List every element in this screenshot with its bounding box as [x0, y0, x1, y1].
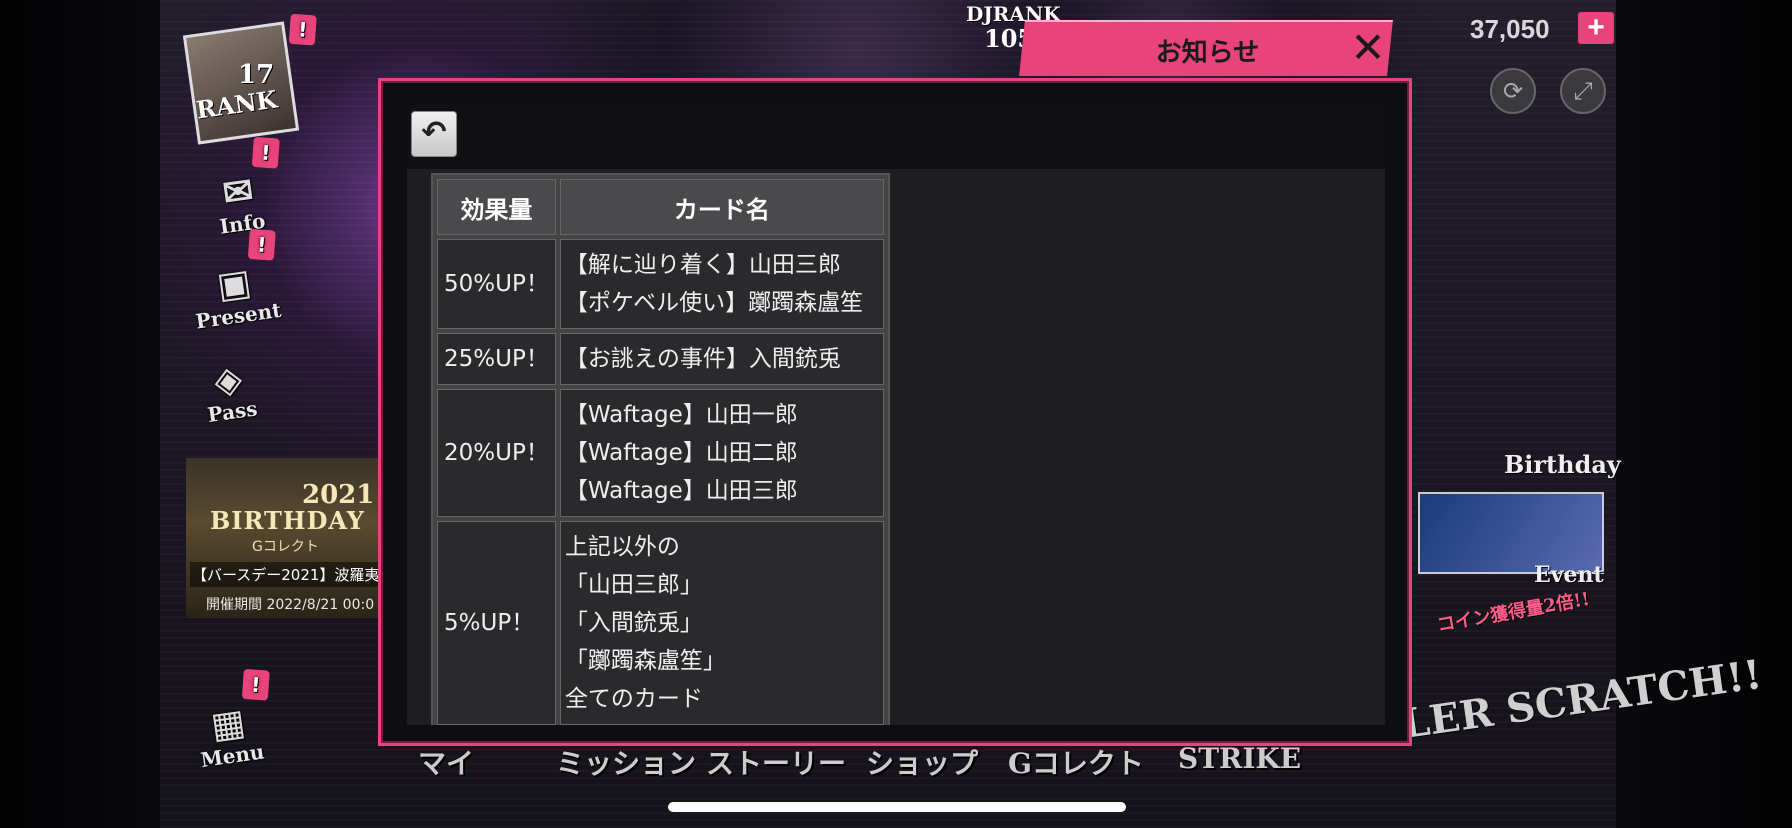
- close-icon[interactable]: ✕: [1346, 26, 1390, 70]
- card-name: 【お誂えの事件】入間銃兎: [564, 346, 841, 372]
- amount-cell: 5%UP！: [437, 521, 556, 725]
- cards-cell: 【お誂えの事件】入間銃兎: [559, 333, 884, 385]
- effect-table: 効果量 カード名 50%UP！ 【解に辿り着く】山田三郎 【ポケベル使い】躑躅森…: [431, 173, 890, 725]
- banner-subtitle: Gコレクト: [252, 539, 319, 555]
- menu-button[interactable]: ▦ Menu !: [174, 668, 281, 775]
- refresh-icon[interactable]: ⟳: [1490, 68, 1536, 114]
- notice-content[interactable]: 効果量 カード名 50%UP！ 【解に辿り着く】山田三郎 【ポケベル使い】躑躅森…: [407, 169, 1385, 725]
- gift-icon: ▣: [214, 260, 254, 308]
- card-name: 全てのカード: [564, 686, 703, 712]
- card-name: 【Waftage】山田三郎: [564, 478, 798, 504]
- cards-cell: 【Waftage】山田一郎 【Waftage】山田二郎 【Waftage】山田三…: [559, 389, 884, 517]
- header-amount: 効果量: [437, 179, 556, 235]
- modal-title: お知らせ: [1155, 38, 1260, 68]
- banner-name: 【バースデー2021】波羅夷空: [190, 562, 378, 587]
- pass-icon: ◈: [211, 357, 245, 403]
- table-row: 5%UP！ 上記以外の 「山田三郎」 「入間銃兎」 「躑躅森盧笙」 全てのカード: [437, 521, 884, 725]
- mail-icon: ✉: [220, 169, 256, 215]
- menu-badge: !: [241, 668, 270, 701]
- home-indicator[interactable]: [668, 802, 1126, 812]
- back-arrow-icon[interactable]: ↶: [411, 111, 457, 157]
- info-badge: !: [251, 136, 280, 169]
- banner-period: 開催期間 2022/8/21 00:0: [206, 597, 375, 613]
- alert-badge: !: [288, 13, 317, 46]
- table-row: 20%UP！ 【Waftage】山田一郎 【Waftage】山田二郎 【Waft…: [437, 389, 884, 517]
- table-row: 50%UP！ 【解に辿り着く】山田三郎 【ポケベル使い】躑躅森盧笙: [437, 239, 884, 329]
- pass-button[interactable]: ◈ Pass: [174, 330, 281, 431]
- birthday-banner[interactable]: 2021 BIRTHDAY Gコレクト 【バースデー2021】波羅夷空 開催期間…: [186, 458, 378, 618]
- card-name: 【解に辿り着く】山田三郎: [564, 252, 841, 278]
- fullscreen-icon[interactable]: ⤢: [1560, 68, 1606, 114]
- info-button[interactable]: ✉ Info !: [184, 136, 291, 243]
- card-name: 「山田三郎」: [564, 572, 703, 598]
- bottom-tab-gcollect[interactable]: Gコレクト: [1008, 742, 1144, 782]
- amount-cell: 50%UP！: [437, 239, 556, 329]
- bottom-tab-shop[interactable]: ショップ: [866, 742, 978, 782]
- coin-count: 37,050: [1470, 14, 1550, 44]
- bottom-tab-mission[interactable]: ミッション: [556, 742, 696, 782]
- cards-cell: 上記以外の 「山田三郎」 「入間銃兎」 「躑躅森盧笙」 全てのカード: [559, 521, 884, 725]
- cards-cell: 【解に辿り着く】山田三郎 【ポケベル使い】躑躅森盧笙: [559, 239, 884, 329]
- card-name: 【Waftage】山田一郎: [564, 402, 798, 428]
- bottom-tab-story[interactable]: ストーリー: [706, 742, 846, 782]
- event-label: Event: [1534, 562, 1604, 588]
- present-badge: !: [247, 228, 276, 261]
- notice-modal: ↶ 効果量 カード名 50%UP！ 【解に辿り着く】山田三郎 【ポケベル使い】躑…: [378, 78, 1412, 746]
- present-button[interactable]: ▣ Present !: [180, 228, 287, 335]
- card-name: 【Waftage】山田二郎: [564, 440, 798, 466]
- modal-title-tab: お知らせ: [1019, 20, 1393, 76]
- banner-title: BIRTHDAY: [210, 506, 365, 535]
- add-coins-button[interactable]: +: [1578, 12, 1614, 44]
- header-card-name: カード名: [559, 179, 884, 235]
- bottom-tab-my[interactable]: マイ: [418, 742, 474, 782]
- card-name: 「躑躅森盧笙」: [564, 648, 726, 674]
- amount-cell: 20%UP！: [437, 389, 556, 517]
- table-row: 25%UP！ 【お誂えの事件】入間銃兎: [437, 333, 884, 385]
- grid-icon: ▦: [208, 700, 248, 748]
- birthday-label[interactable]: Birthday: [1504, 450, 1621, 479]
- modal-header: [407, 105, 1385, 177]
- card-name: 上記以外の: [564, 534, 680, 560]
- left-border: [0, 0, 160, 828]
- amount-cell: 25%UP！: [437, 333, 556, 385]
- card-name: 【ポケベル使い】躑躅森盧笙: [564, 290, 864, 316]
- card-name: 「入間銃兎」: [564, 610, 703, 636]
- bottom-tab-strike[interactable]: STRIKE: [1178, 742, 1301, 775]
